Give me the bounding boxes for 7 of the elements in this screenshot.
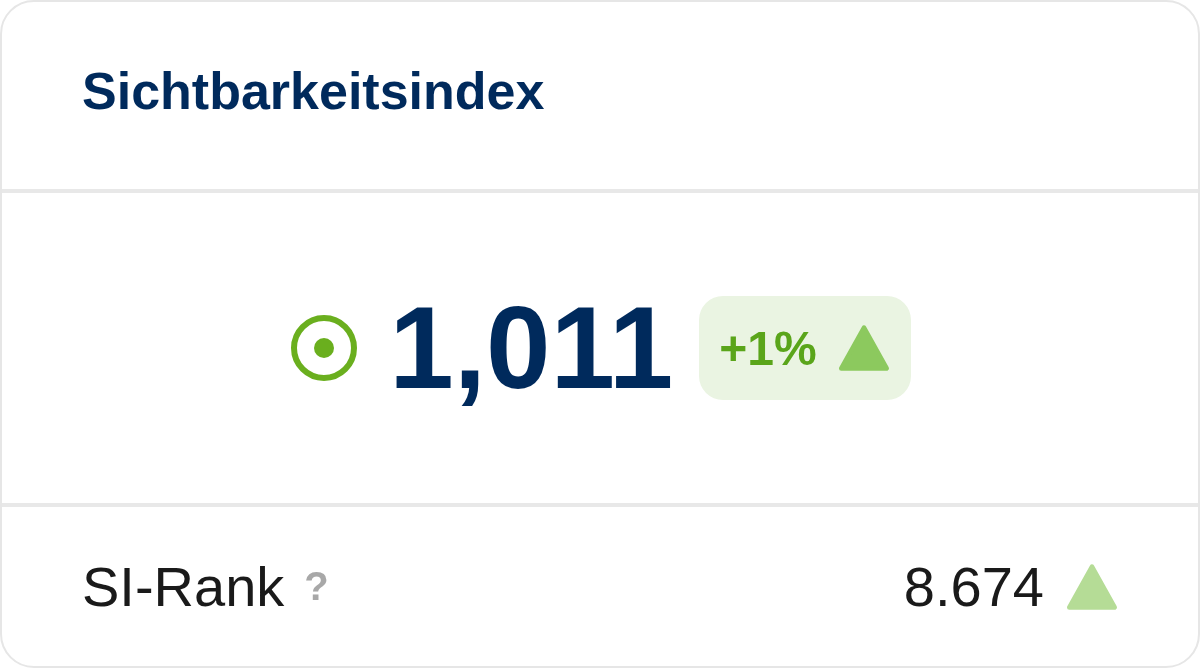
change-percent: +1% [719,320,817,376]
index-value: 1,011 [389,282,674,415]
card-title: Sichtbarkeitsindex [82,60,545,121]
rank-label: SI-Rank [82,554,285,619]
rank-value: 8.674 [903,554,1044,619]
help-icon[interactable]: ? [304,564,329,609]
target-icon [289,313,360,383]
